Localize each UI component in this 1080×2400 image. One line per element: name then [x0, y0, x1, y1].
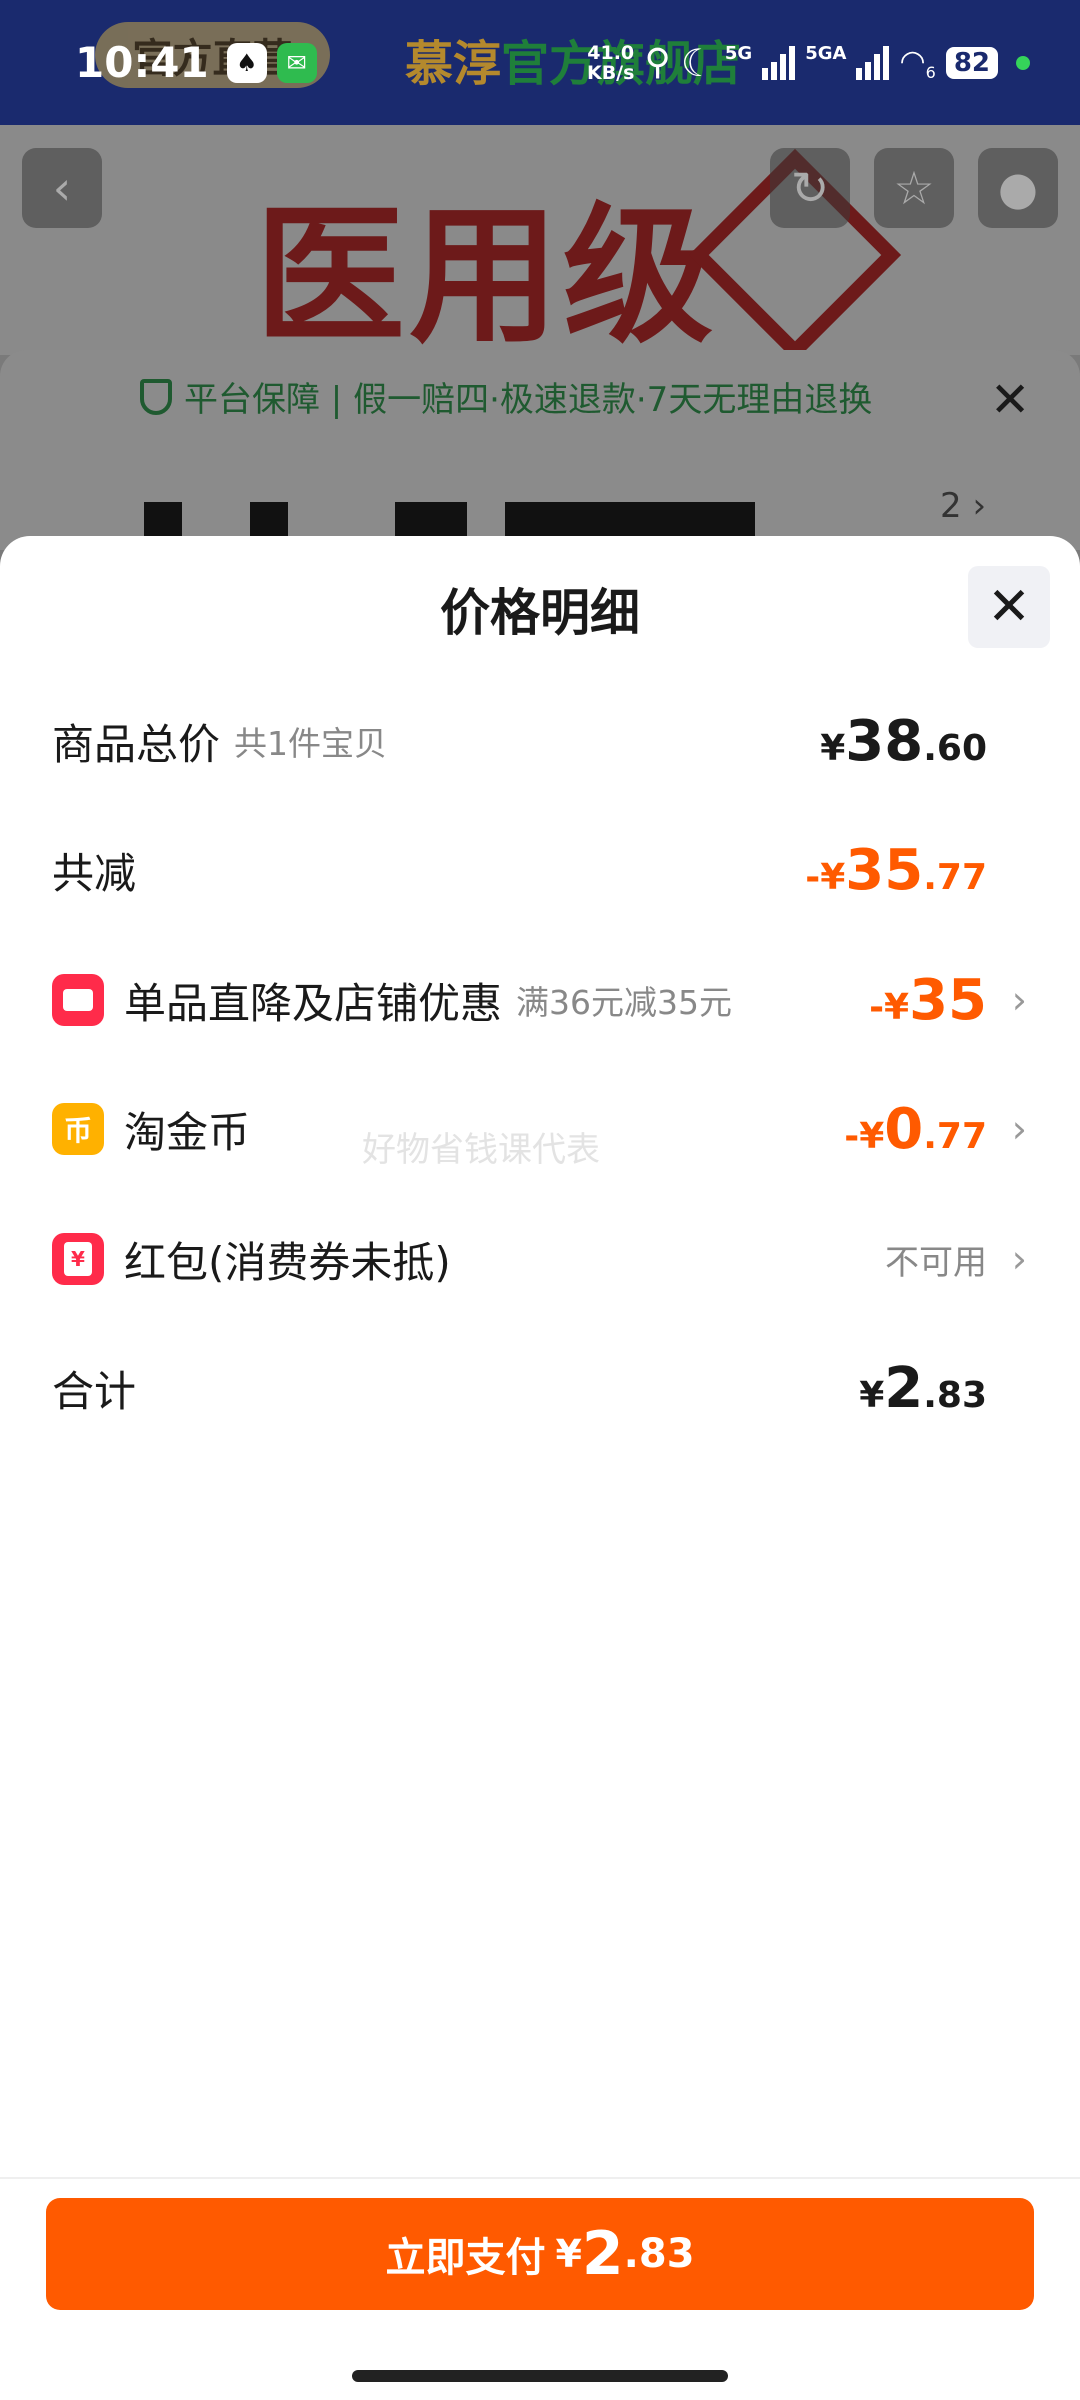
- status-bar: 10:41 ♠ ✉ 41.0 KB/s ⚲ ☾ 5G 5GA ◠6 82: [0, 0, 1080, 125]
- background-star-icon: ☆: [874, 148, 954, 228]
- sheet-title: 价格明细: [440, 584, 640, 642]
- shop-icon: [52, 974, 104, 1026]
- shop-discount-label: 单品直降及店铺优惠: [124, 978, 503, 1028]
- location-icon: ⚲: [644, 42, 671, 83]
- network-speed: 41.0 KB/s: [586, 41, 635, 84]
- qq-icon: ♠: [226, 42, 267, 83]
- background-guarantee-bar: 平台保障 | 假一赔四·极速退款·7天无理由退换: [140, 372, 872, 421]
- background-page-number: 2 ›: [940, 486, 987, 526]
- battery-icon: 82: [945, 46, 998, 79]
- wifi-icon: ◠6: [899, 43, 936, 82]
- pay-amount-dec: .83: [623, 2231, 695, 2277]
- red-packet-row[interactable]: ¥ 红包(消费券未抵) 不可用 ›: [52, 1209, 1027, 1309]
- background-guarantee-text: 平台保障 | 假一赔四·极速退款·7天无理由退换: [184, 380, 873, 420]
- pay-yen: ¥: [555, 2232, 582, 2276]
- total-price-row: 商品总价 共1件宝贝 ¥38.60: [52, 691, 1027, 791]
- status-time: 10:41: [75, 38, 209, 87]
- close-button[interactable]: ✕: [968, 566, 1050, 648]
- sum-value: ¥2.83: [859, 1355, 987, 1421]
- item-count: 共1件宝贝: [234, 724, 388, 763]
- total-reduction-label: 共减: [52, 848, 137, 898]
- background-back-icon: ‹: [22, 148, 102, 228]
- status-right-group: 41.0 KB/s ⚲ ☾ 5G 5GA ◠6 82: [587, 41, 1030, 85]
- total-reduction-value: -¥ 35.77: [805, 837, 987, 903]
- coin-discount-value: -¥ 0.77: [844, 1096, 987, 1162]
- footer-divider: [0, 2177, 1080, 2179]
- pay-now-button[interactable]: 立即支付 ¥2.83: [46, 2198, 1034, 2310]
- pay-amount-int: 2: [581, 2219, 624, 2289]
- wechat-icon: ✉: [276, 42, 317, 83]
- shield-icon: [140, 378, 172, 415]
- coin-discount-label: 淘金币: [124, 1107, 251, 1157]
- red-packet-status: 不可用: [885, 1242, 987, 1283]
- shop-discount-rule: 满36元减35元: [516, 983, 732, 1022]
- signal-icon-2: [856, 45, 890, 80]
- network-type-1: 5G: [724, 42, 753, 64]
- status-dot: [1016, 55, 1030, 70]
- chevron-right-icon: ›: [1011, 1237, 1027, 1281]
- total-price-value: ¥38.60: [820, 708, 987, 774]
- watermark-text: 好物省钱课代表: [362, 1130, 600, 1170]
- close-icon: ✕: [987, 577, 1031, 637]
- coin-icon: 币: [52, 1103, 104, 1155]
- red-packet-label: 红包(消费券未抵): [124, 1237, 451, 1287]
- total-reduction-row: 共减 -¥ 35.77: [52, 820, 1027, 920]
- background-close-icon: ✕: [990, 372, 1031, 428]
- background-banner-text: 医用级: [255, 190, 718, 355]
- shop-discount-value: -¥ 35: [869, 967, 987, 1033]
- price-detail-sheet: 价格明细 ✕ 商品总价 共1件宝贝 ¥38.60 共减 -¥ 35.77 单品直降…: [0, 536, 1080, 2400]
- total-price-label: 商品总价: [52, 719, 221, 769]
- signal-icon: [762, 45, 796, 80]
- network-type-2: 5GA: [805, 42, 847, 64]
- shop-discount-row[interactable]: 单品直降及店铺优惠 满36元减35元 -¥ 35 ›: [52, 950, 1027, 1050]
- red-packet-icon: ¥: [52, 1233, 104, 1285]
- sum-row: 合计 ¥2.83: [52, 1338, 1027, 1438]
- chevron-right-icon: ›: [1011, 978, 1027, 1022]
- background-share-icon: ↻: [770, 148, 850, 228]
- background-chat-icon: ●: [978, 148, 1058, 228]
- pay-now-label: 立即支付: [385, 2235, 546, 2281]
- moon-icon: ☾: [680, 40, 715, 85]
- sum-label: 合计: [52, 1366, 137, 1416]
- chevron-right-icon: ›: [1011, 1107, 1027, 1151]
- home-indicator[interactable]: [352, 2370, 728, 2382]
